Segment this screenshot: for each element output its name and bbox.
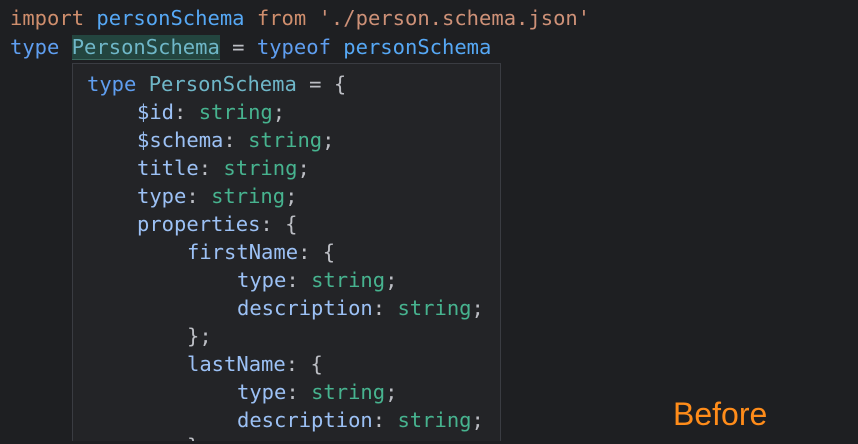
equals-sign: =: [232, 35, 245, 59]
semicolon: ;: [385, 268, 398, 292]
type-name-person-schema[interactable]: PersonSchema: [71, 35, 220, 60]
prop-type-string: string: [397, 408, 472, 432]
popup-line-schema: $schema: string;: [137, 126, 335, 154]
keyword-typeof: typeof: [256, 35, 331, 59]
code-line-type-declaration: type PersonSchema = typeof personSchema: [10, 33, 491, 61]
prop-separator: :: [186, 184, 212, 208]
code-editor[interactable]: import personSchema from './person.schem…: [0, 0, 858, 444]
prop-type-string: string: [311, 268, 386, 292]
keyword-import: import: [10, 6, 85, 30]
prop-schema: $schema: [137, 128, 224, 152]
prop-type-string: string: [248, 128, 323, 152]
popup-line-last-name-description: description: string;: [237, 406, 484, 434]
semicolon: ;: [297, 156, 310, 180]
code-line-import: import personSchema from './person.schem…: [10, 4, 590, 32]
prop-separator: :: [223, 128, 249, 152]
semicolon: ;: [272, 100, 286, 124]
prop-last-name: lastName: [187, 352, 286, 376]
keyword-from: from: [256, 6, 307, 30]
semicolon: ;: [385, 380, 398, 404]
open-brace: {: [322, 240, 336, 264]
popup-line-type-header: type PersonSchema = {: [87, 70, 346, 98]
popup-line-type: type: string;: [137, 182, 297, 210]
open-brace: {: [310, 352, 323, 376]
close-brace: }: [187, 434, 199, 441]
popup-line-last-name-type: type: string;: [237, 378, 397, 406]
prop-type-string: string: [397, 296, 472, 320]
prop-title: title: [137, 156, 199, 180]
popup-type-name: PersonSchema: [148, 72, 297, 96]
prop-description: description: [237, 408, 373, 432]
semicolon: ;: [471, 408, 484, 432]
keyword-type: type: [10, 35, 60, 59]
popup-open-brace: = {: [296, 72, 347, 96]
prop-separator: :: [372, 296, 398, 320]
semicolon: ;: [322, 128, 335, 152]
prop-type-string: string: [211, 184, 286, 208]
prop-type: type: [237, 380, 287, 404]
type-hover-popup[interactable]: type PersonSchema = { $id: string; $sche…: [72, 63, 501, 441]
popup-line-first-name-description: description: string;: [237, 294, 484, 322]
prop-type-string: string: [223, 156, 298, 180]
prop-type-string: string: [198, 100, 273, 124]
popup-keyword-type: type: [87, 72, 137, 96]
popup-line-last-name: lastName: {: [187, 350, 323, 378]
close-brace: };: [187, 324, 212, 348]
prop-separator: :: [286, 380, 312, 404]
identifier-person-schema-ref[interactable]: personSchema: [343, 35, 491, 59]
prop-type: type: [137, 184, 187, 208]
prop-separator: :: [285, 352, 311, 376]
prop-description: description: [237, 296, 373, 320]
prop-separator: :: [298, 240, 323, 264]
prop-separator: :: [372, 408, 398, 432]
popup-line-title: title: string;: [137, 154, 310, 182]
before-caption: Before: [673, 396, 768, 432]
popup-line-properties: properties: {: [137, 210, 297, 238]
semicolon: ;: [285, 184, 298, 208]
string-import-path: './person.schema.json': [318, 6, 591, 30]
open-brace: {: [285, 212, 298, 236]
popup-line-first-name-type: type: string;: [237, 266, 397, 294]
prop-separator: :: [286, 268, 312, 292]
popup-line-last-name-close: }: [187, 432, 199, 441]
prop-id: $id: [137, 100, 175, 124]
prop-separator: :: [174, 100, 199, 124]
popup-line-id: $id: string;: [137, 98, 285, 126]
prop-type: type: [237, 268, 287, 292]
prop-properties: properties: [137, 212, 261, 236]
semicolon: ;: [471, 296, 484, 320]
prop-type-string: string: [311, 380, 386, 404]
popup-line-first-name: firstName: {: [187, 238, 335, 266]
identifier-person-schema[interactable]: personSchema: [96, 6, 244, 30]
prop-separator: :: [198, 156, 224, 180]
popup-line-first-name-close: };: [187, 322, 212, 350]
prop-separator: :: [260, 212, 286, 236]
prop-first-name: firstName: [187, 240, 299, 264]
